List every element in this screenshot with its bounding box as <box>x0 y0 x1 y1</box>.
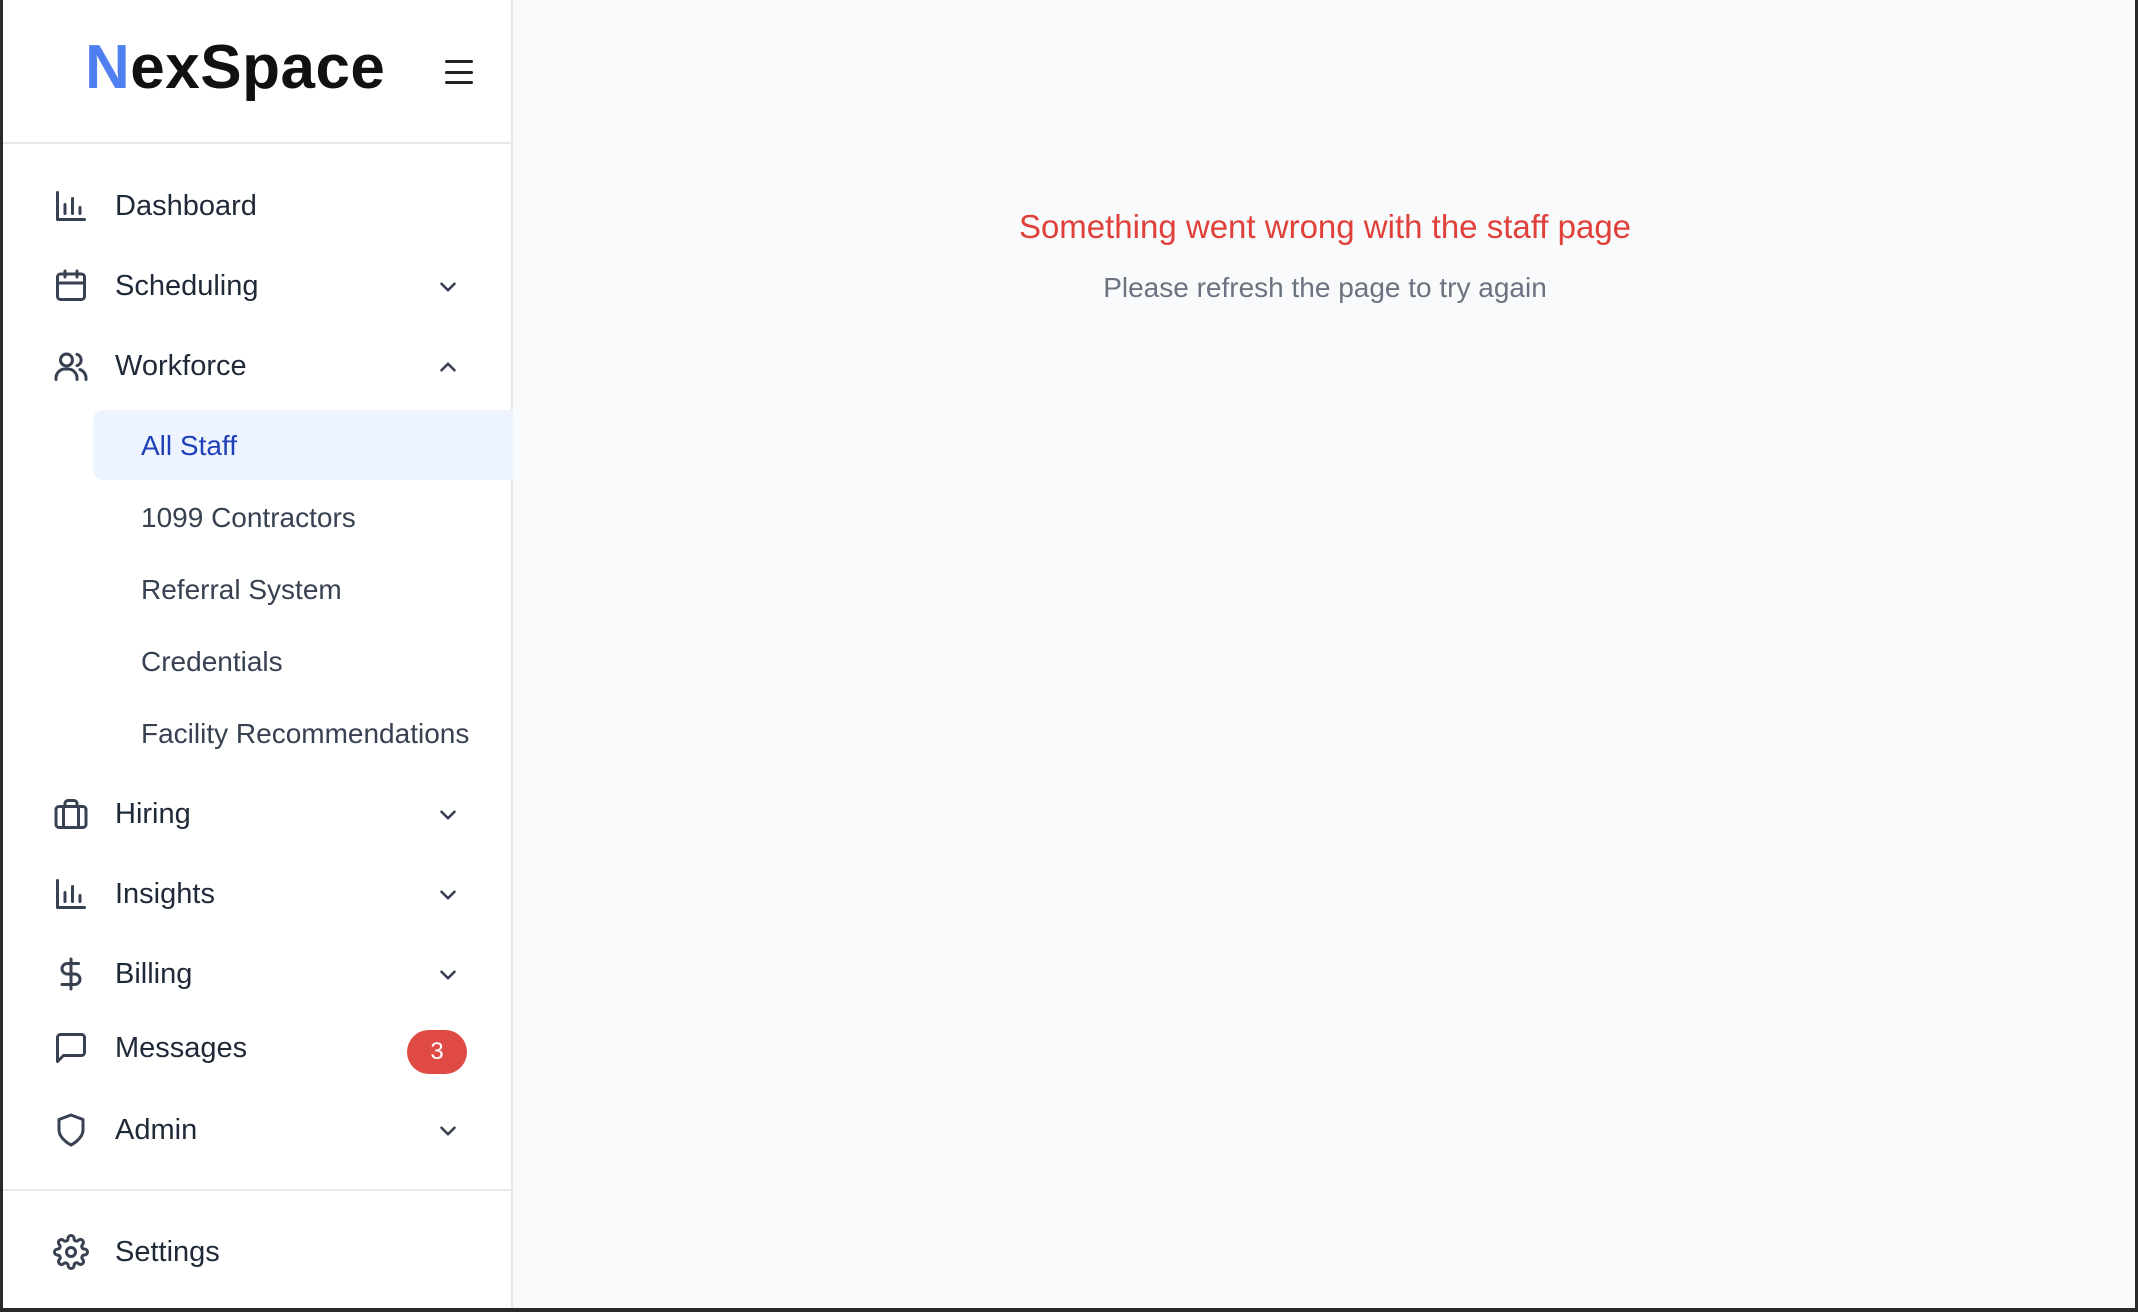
chevron-down-icon[interactable] <box>435 274 461 300</box>
sidebar-subitem-label: Credentials <box>141 646 283 677</box>
hamburger-menu-icon[interactable] <box>439 56 479 88</box>
sidebar-item-label: Hiring <box>115 798 191 830</box>
sidebar-item-insights[interactable]: Insights <box>3 862 511 926</box>
briefcase-icon <box>53 796 89 832</box>
sidebar: NexSpace Dashboard Scheduling Workforce <box>3 0 513 1308</box>
error-subtitle: Please refresh the page to try again <box>1103 272 1547 303</box>
sidebar-item-messages[interactable]: Messages 3 <box>3 1016 511 1080</box>
sidebar-item-admin[interactable]: Admin <box>3 1098 511 1162</box>
gear-icon <box>53 1234 89 1270</box>
sidebar-item-scheduling[interactable]: Scheduling <box>3 254 511 318</box>
sidebar-subitem-referral-system[interactable]: Referral System <box>93 554 513 624</box>
sidebar-item-label: Insights <box>115 878 215 910</box>
chevron-up-icon[interactable] <box>435 354 461 380</box>
sidebar-subitem-facility-recommendations[interactable]: Facility Recommendations <box>93 698 513 768</box>
sidebar-item-label: Messages <box>115 1032 248 1064</box>
sidebar-item-label: Workforce <box>115 350 247 382</box>
chevron-down-icon[interactable] <box>435 1118 461 1144</box>
bar-chart-icon <box>53 876 89 912</box>
shield-icon <box>53 1112 89 1148</box>
bar-chart-icon <box>53 188 89 224</box>
main-content: Something went wrong with the staff page… <box>515 0 2135 1308</box>
sidebar-subitem-label: All Staff <box>141 430 237 461</box>
users-icon <box>53 348 89 384</box>
calendar-icon <box>53 268 89 304</box>
logo[interactable]: NexSpace <box>85 32 385 103</box>
brand-header: NexSpace <box>3 0 513 144</box>
sidebar-item-dashboard[interactable]: Dashboard <box>3 174 511 238</box>
sidebar-item-hiring[interactable]: Hiring <box>3 782 511 846</box>
unread-count-badge: 3 <box>407 1030 467 1074</box>
sidebar-subitem-credentials[interactable]: Credentials <box>93 626 513 696</box>
sidebar-item-label: Settings <box>115 1236 220 1268</box>
sidebar-subitem-label: 1099 Contractors <box>141 502 356 533</box>
logo-initial: N <box>85 33 131 102</box>
chevron-down-icon[interactable] <box>435 962 461 988</box>
sidebar-item-settings[interactable]: Settings <box>3 1220 511 1284</box>
sidebar-subitem-label: Referral System <box>141 574 342 605</box>
sidebar-subitem-all-staff[interactable]: All Staff <box>93 410 513 480</box>
message-square-icon <box>53 1030 89 1066</box>
chevron-down-icon[interactable] <box>435 802 461 828</box>
app-window: NexSpace Dashboard Scheduling Workforce <box>3 0 2135 1308</box>
sidebar-subitem-1099-contractors[interactable]: 1099 Contractors <box>93 482 513 552</box>
sidebar-item-label: Admin <box>115 1114 198 1146</box>
dollar-sign-icon <box>53 956 89 992</box>
sidebar-item-billing[interactable]: Billing <box>3 942 511 1006</box>
sidebar-subitem-label: Facility Recommendations <box>141 718 470 749</box>
sidebar-divider <box>3 1189 511 1191</box>
logo-text: exSpace <box>130 33 386 102</box>
sidebar-item-label: Scheduling <box>115 270 259 302</box>
sidebar-item-label: Dashboard <box>115 190 257 222</box>
error-title: Something went wrong with the staff page <box>1018 208 1632 245</box>
chevron-down-icon[interactable] <box>435 882 461 908</box>
sidebar-item-label: Billing <box>115 958 193 990</box>
sidebar-item-workforce[interactable]: Workforce <box>3 334 511 398</box>
